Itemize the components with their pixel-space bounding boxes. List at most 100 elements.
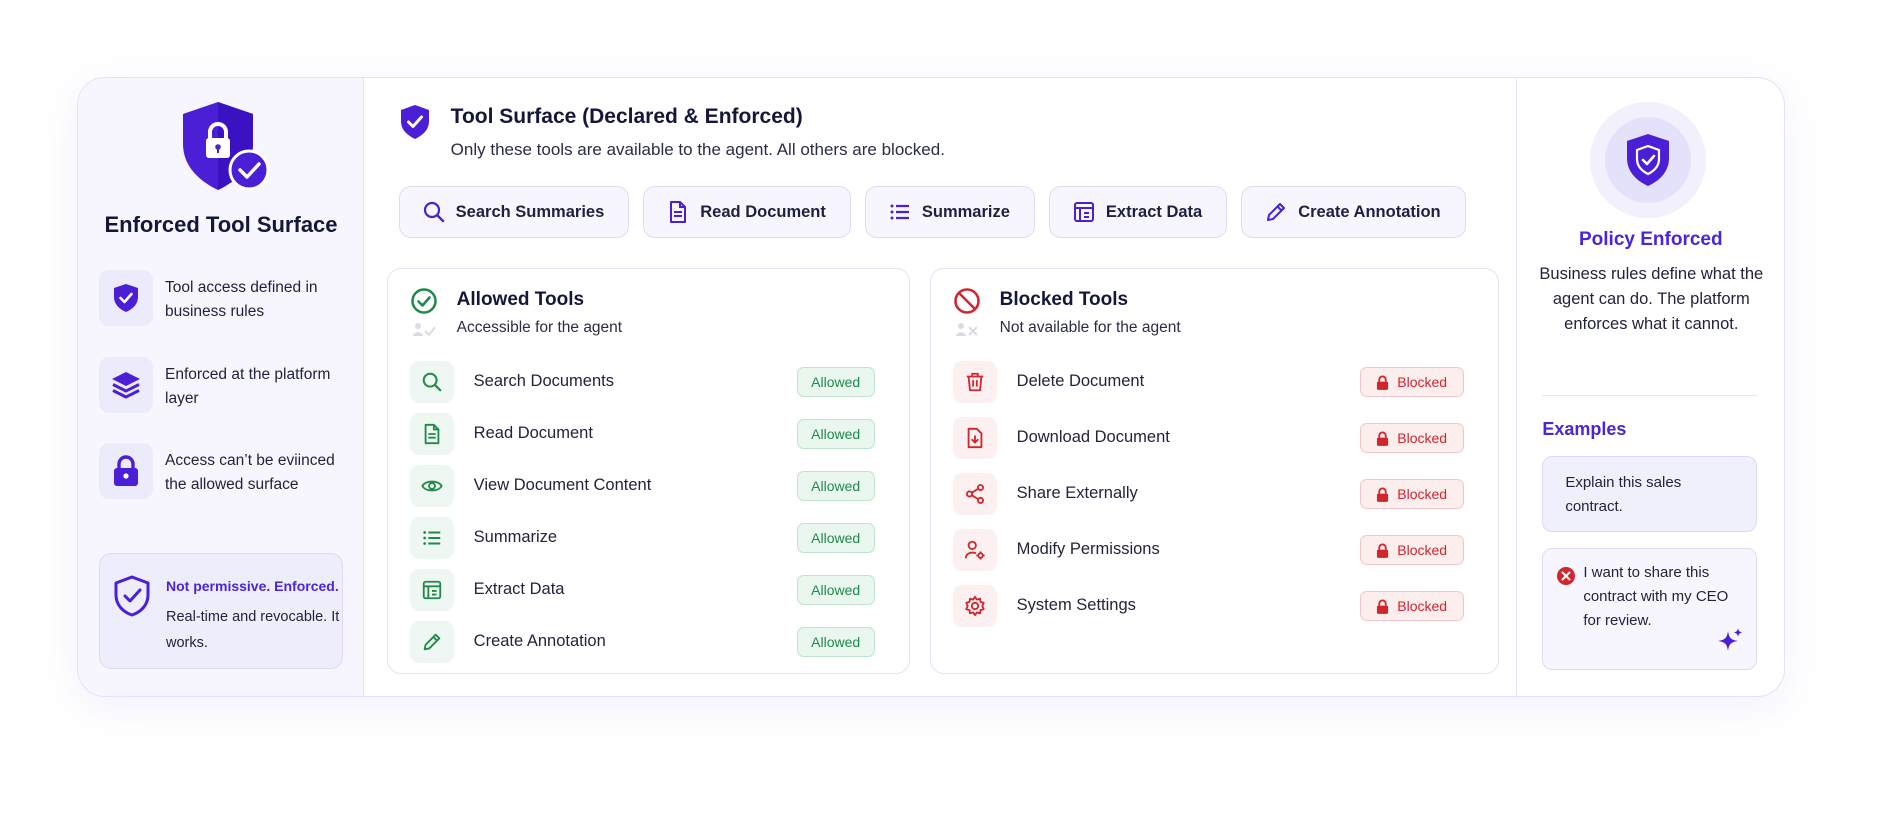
enforcement-note: Not permissive. Enforced. Real-time and … (99, 553, 343, 669)
tool-label: Download Document (1016, 428, 1170, 446)
blocked-tool-row: Modify Permissions Blocked (952, 529, 1464, 573)
shield-check-outline-icon (114, 575, 150, 617)
blocked-tool-row: Share Externally Blocked (952, 473, 1464, 517)
allowed-badge: Allowed (796, 471, 875, 501)
lock-icon (1377, 487, 1389, 502)
shield-lock-icon (183, 102, 270, 191)
tool-label: Summarize (473, 528, 558, 546)
allowed-tool-row: Read Document Allowed (409, 413, 875, 457)
error-icon (1557, 567, 1576, 585)
agent-icon (955, 323, 978, 336)
tool-label: Search Documents (473, 372, 614, 390)
feature-item: Tool access defined in business rules (99, 270, 349, 330)
allowed-badge: Allowed (796, 627, 875, 657)
blocked-badge: Blocked (1359, 535, 1464, 565)
example-blocked-prompt[interactable]: I want to share this contract with my CE… (1542, 548, 1758, 670)
policy-panel: Policy Enforced Business rules define wh… (1517, 78, 1784, 696)
tool-label: System Settings (1016, 596, 1136, 614)
table-icon (1073, 202, 1094, 222)
feature-text: Access can’t be eviinced the allowed sur… (165, 452, 335, 493)
example-allowed-prompt[interactable]: Explain this sales contract. (1542, 456, 1758, 532)
feature-item: Enforced at the platform layer (99, 357, 349, 417)
table-icon (409, 569, 454, 611)
allowed-badge: Allowed (796, 575, 875, 605)
trash-icon (952, 361, 997, 403)
lock-icon (99, 443, 153, 499)
tool-label: Share Externally (1016, 484, 1138, 502)
blocked-badge-label: Blocked (1397, 542, 1448, 558)
note-headline: Not permissive. Enforced. (166, 578, 339, 594)
prohibited-icon (953, 288, 980, 314)
list-icon (890, 204, 909, 220)
document-icon (409, 413, 454, 455)
blocked-badge: Blocked (1359, 423, 1464, 453)
divider (1542, 395, 1758, 396)
lock-icon (1377, 375, 1389, 390)
shield-check-icon (400, 105, 429, 139)
blocked-badge-label: Blocked (1397, 430, 1448, 446)
allowed-badge: Allowed (796, 419, 875, 449)
chip-label: Create Annotation (1298, 202, 1441, 221)
lock-icon (1377, 543, 1389, 558)
blocked-badge: Blocked (1359, 367, 1464, 397)
search-icon (423, 201, 444, 223)
pencil-icon (1267, 203, 1286, 221)
note-body: Real-time and revocable. It works. (166, 609, 340, 651)
blocked-title: Blocked Tools (999, 289, 1129, 310)
tool-label: Modify Permissions (1016, 540, 1160, 558)
blocked-tool-row: Delete Document Blocked (952, 361, 1464, 405)
allowed-tool-row: Summarize Allowed (409, 517, 875, 561)
left-title: Enforced Tool Surface (104, 212, 338, 237)
blocked-badge-label: Blocked (1397, 598, 1448, 614)
main-panel: Tool Surface (Declared & Enforced) Only … (364, 78, 1518, 696)
allowed-tool-row: Create Annotation Allowed (409, 621, 875, 665)
blocked-badge-label: Blocked (1397, 374, 1448, 390)
chip-search-summaries[interactable]: Search Summaries (398, 186, 630, 238)
policy-title: Policy Enforced (1579, 229, 1723, 250)
chip-read-document[interactable]: Read Document (643, 186, 851, 238)
allowed-badge: Allowed (796, 523, 875, 553)
sparkle-icon (1718, 628, 1743, 651)
blocked-badge-label: Blocked (1397, 486, 1448, 502)
policy-badge (1590, 102, 1707, 218)
download-icon (952, 417, 997, 459)
feature-text: Tool access defined in business rules (165, 279, 318, 320)
allowed-tool-row: Extract Data Allowed (409, 569, 875, 613)
layers-icon (99, 357, 153, 413)
check-circle-icon (410, 288, 437, 314)
tool-chip-bar: Search Summaries Read Document Summarize… (398, 186, 1466, 238)
blocked-tool-row: System Settings Blocked (952, 585, 1464, 629)
blocked-tools-panel: Blocked Tools Not available for the agen… (929, 268, 1499, 674)
lock-icon (1377, 431, 1389, 446)
allowed-subtitle: Accessible for the agent (456, 319, 623, 336)
tool-label: Extract Data (473, 580, 565, 598)
shield-check-icon (1627, 134, 1670, 186)
allowed-badge: Allowed (796, 367, 875, 397)
chip-summarize[interactable]: Summarize (864, 186, 1035, 238)
example-text: I want to share this contract with my CE… (1583, 564, 1729, 629)
list-icon (409, 517, 454, 559)
chip-label: Read Document (700, 202, 826, 221)
feature-text: Enforced at the platform layer (165, 366, 331, 407)
policy-text: Business rules define what the agent can… (1539, 265, 1764, 333)
chip-create-annotation[interactable]: Create Annotation (1241, 186, 1466, 238)
allowed-tool-row: View Document Content Allowed (409, 465, 875, 509)
allowed-tool-row: Search Documents Allowed (409, 361, 875, 405)
blocked-subtitle: Not available for the agent (999, 319, 1181, 336)
blocked-badge: Blocked (1359, 591, 1464, 621)
chip-extract-data[interactable]: Extract Data (1048, 186, 1228, 238)
chip-label: Search Summaries (455, 202, 605, 221)
example-text: Explain this sales contract. (1565, 474, 1682, 515)
pencil-icon (409, 621, 454, 663)
tool-label: Delete Document (1016, 372, 1145, 390)
gear-icon (952, 585, 997, 627)
tool-label: Create Annotation (473, 632, 606, 650)
tool-surface-card: Enforced Tool Surface Tool access define… (77, 77, 1785, 697)
examples-title: Examples (1542, 419, 1627, 439)
tool-label: Read Document (473, 424, 593, 442)
lock-icon (1377, 599, 1389, 614)
page-title: Tool Surface (Declared & Enforced) (450, 105, 803, 128)
allowed-tools-panel: Allowed Tools Accessible for the agent S… (386, 268, 910, 674)
feature-item: Access can’t be eviinced the allowed sur… (99, 443, 349, 503)
chip-label: Summarize (921, 202, 1010, 221)
